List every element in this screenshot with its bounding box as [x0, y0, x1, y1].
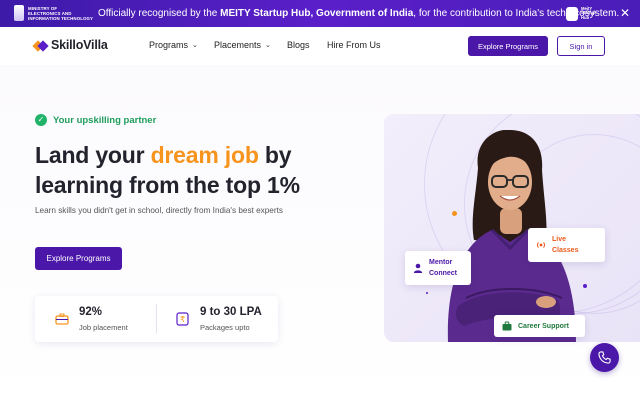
- briefcase-icon: [55, 313, 69, 325]
- rupee-icon: ₹: [176, 312, 189, 326]
- phone-icon: [598, 351, 611, 364]
- nav-item-hire-from-us[interactable]: Hire From Us: [327, 40, 381, 50]
- nav-item-label: Placements: [214, 40, 262, 50]
- announcement-banner: MINISTRY OF ELECTRONICS AND INFORMATION …: [0, 0, 640, 27]
- chevron-down-icon: ⌄: [192, 42, 198, 49]
- decorative-dot: [583, 284, 587, 288]
- startup-hub-logo: MeitY Startup Hub: [566, 5, 610, 22]
- live-classes-card: Live Classes: [528, 228, 605, 262]
- nav-item-programs[interactable]: Programs ⌄: [149, 40, 198, 50]
- explore-programs-button[interactable]: Explore Programs: [468, 36, 548, 56]
- tagline: ✓ Your upskilling partner: [35, 114, 156, 126]
- career-support-card: Career Support: [494, 315, 585, 337]
- tagline-text: Your upskilling partner: [53, 114, 157, 126]
- check-circle-icon: ✓: [35, 114, 47, 126]
- stat-job-placement: 92% Job placement: [35, 296, 156, 342]
- stat-value: 9 to 30 LPA: [200, 306, 262, 318]
- startup-hub-logo-text: MeitY Startup Hub: [581, 5, 596, 20]
- sign-in-button[interactable]: Sign in: [557, 36, 605, 56]
- stat-value: 92%: [79, 306, 103, 318]
- stats-card: 92% Job placement ₹ 9 to 30 LPA Packages…: [35, 296, 278, 342]
- banner-message: Officially recognised by the MEITY Start…: [98, 8, 619, 19]
- nav-item-blogs[interactable]: Blogs: [287, 40, 310, 50]
- stat-label: Packages upto: [200, 323, 250, 332]
- hero-subtext: Learn skills you didn't get in school, d…: [35, 206, 283, 215]
- logo-text: SkilloVilla: [51, 38, 108, 52]
- nav-item-label: Hire From Us: [327, 40, 381, 50]
- decorative-dot: [426, 292, 428, 294]
- stat-packages: ₹ 9 to 30 LPA Packages upto: [157, 296, 278, 342]
- logo-mark-icon: [32, 39, 49, 52]
- mentor-connect-card: Mentor Connect: [405, 251, 471, 285]
- headline-part1: Land your: [35, 142, 151, 168]
- banner-message-bold: MEITY Startup Hub, Government of India: [220, 8, 414, 19]
- broadcast-icon: [536, 242, 546, 248]
- nav-item-label: Blogs: [287, 40, 310, 50]
- briefcase-icon: [502, 321, 512, 331]
- decorative-dot: [452, 211, 457, 216]
- startup-hub-mark-icon: [566, 6, 578, 21]
- live-classes-label: Live Classes: [552, 236, 579, 254]
- chevron-down-icon: ⌄: [265, 42, 271, 49]
- hero-explore-programs-button[interactable]: Explore Programs: [35, 247, 122, 270]
- stat-label: Job placement: [79, 323, 128, 332]
- nav-item-label: Programs: [149, 40, 189, 50]
- headline-highlight: dream job: [150, 142, 259, 168]
- banner-message-prefix: Officially recognised by the: [98, 8, 221, 19]
- mentor-connect-label: Mentor Connect: [429, 259, 457, 277]
- nav-item-placements[interactable]: Placements ⌄: [214, 40, 271, 50]
- call-button[interactable]: [590, 343, 619, 372]
- brand-logo[interactable]: SkilloVilla: [32, 38, 108, 52]
- svg-text:₹: ₹: [180, 315, 185, 324]
- navbar: SkilloVilla Programs ⌄ Placements ⌄ Blogs …: [0, 27, 640, 65]
- career-support-label: Career Support: [518, 322, 569, 330]
- emblem-icon: [14, 5, 24, 21]
- banner-close-button[interactable]: ✕: [620, 6, 630, 20]
- person-icon: [413, 263, 423, 273]
- hero-headline: Land your dream job by learning from the…: [35, 140, 355, 200]
